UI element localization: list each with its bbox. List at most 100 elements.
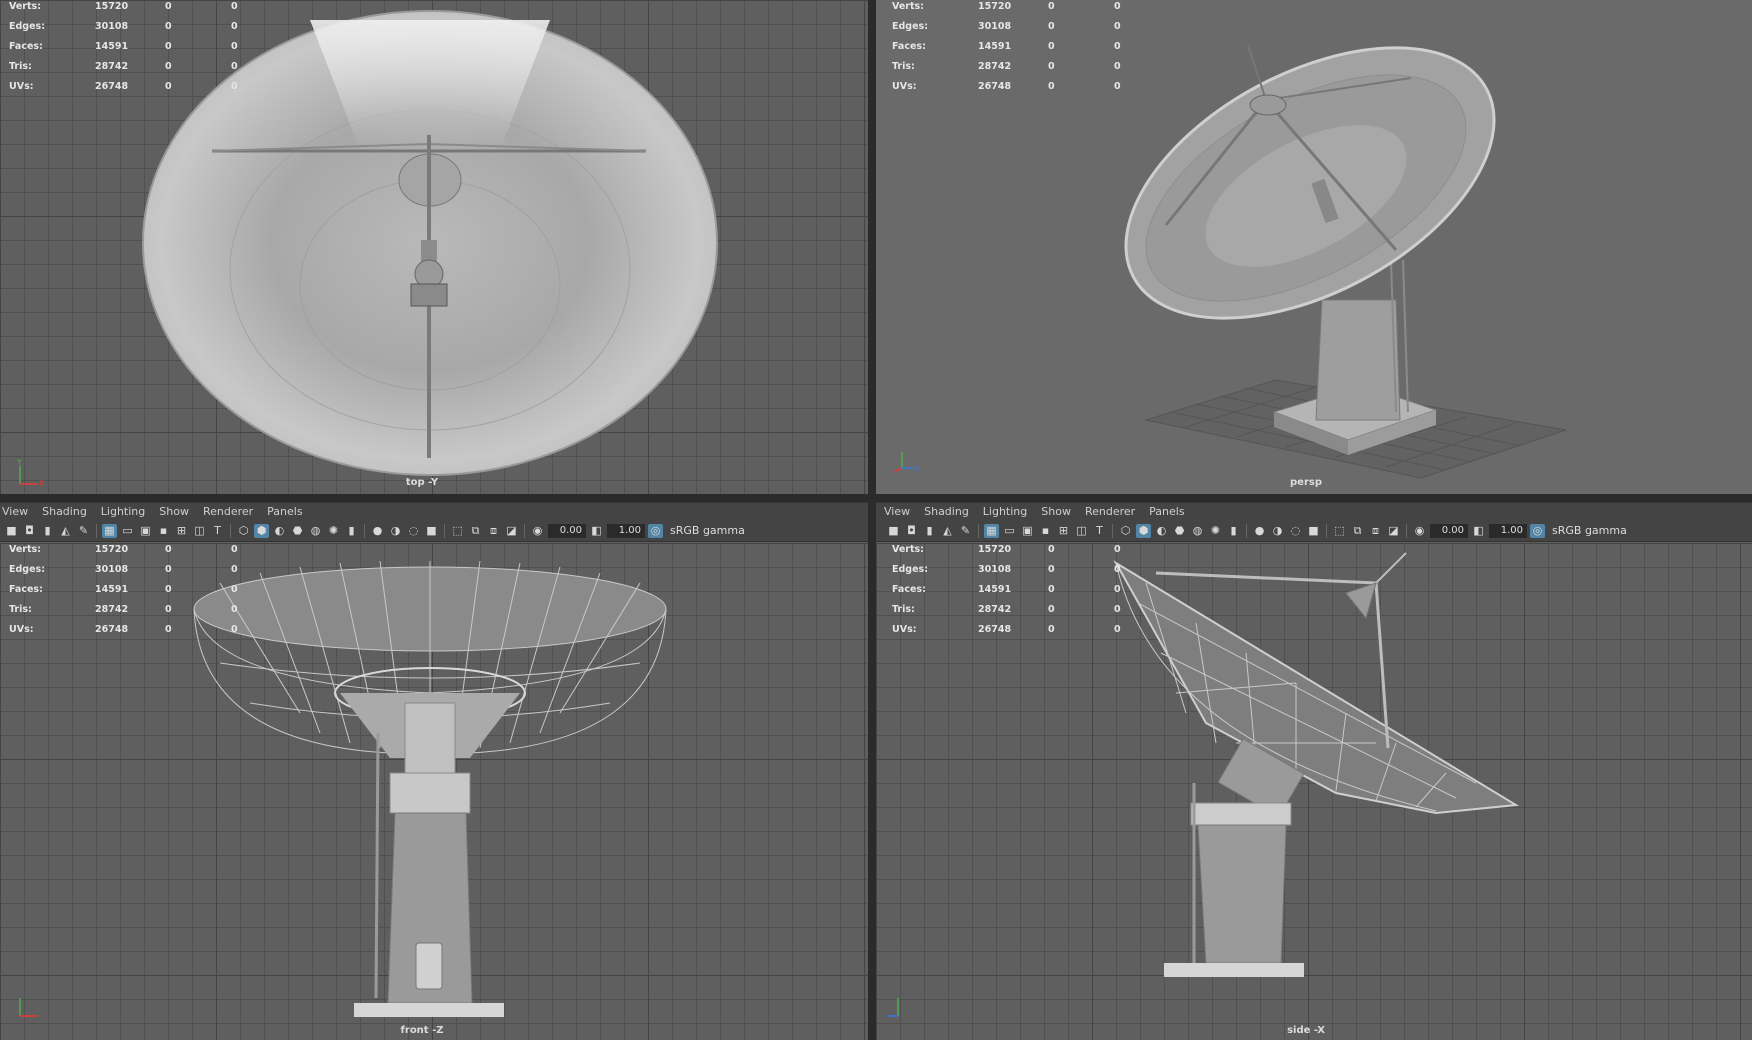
default-material-icon[interactable]: ◐ xyxy=(272,524,287,538)
xray-joints-icon[interactable]: ⧉ xyxy=(468,524,483,538)
lights-icon[interactable]: ✺ xyxy=(1208,524,1223,538)
xray-active-icon[interactable]: ⧈ xyxy=(486,524,501,538)
viewport-front[interactable]: View Shading Lighting Show Renderer Pane… xyxy=(0,502,868,1040)
gate-mask-icon[interactable]: ▪ xyxy=(156,524,171,538)
menu-shading[interactable]: Shading xyxy=(924,505,969,518)
depth-of-field-icon[interactable]: ■ xyxy=(1306,524,1321,538)
gamma-field[interactable]: 1.00 xyxy=(607,523,645,538)
exposure-field[interactable]: 0.00 xyxy=(1430,523,1468,538)
hud-value: 28742 xyxy=(95,60,129,72)
exposure-icon[interactable]: ◉ xyxy=(1412,524,1427,538)
viewport-persp[interactable]: Verts: 15720 0 0 Edges: 30108 0 0 Faces: 14591 0… xyxy=(876,0,1752,494)
viewport-side[interactable]: View Shading Lighting Show Renderer Pane… xyxy=(876,502,1752,1040)
film-gate-icon[interactable]: ▭ xyxy=(1002,524,1017,538)
menu-lighting[interactable]: Lighting xyxy=(101,505,145,518)
image-plane-icon[interactable]: ◭ xyxy=(58,524,73,538)
menu-show[interactable]: Show xyxy=(159,505,189,518)
motion-blur-icon[interactable]: ◑ xyxy=(388,524,403,538)
bookmark-icon[interactable]: ▮ xyxy=(922,524,937,538)
pane-divider-horizontal[interactable] xyxy=(0,494,1752,502)
grid-icon[interactable]: ▦ xyxy=(102,523,117,538)
menu-lighting[interactable]: Lighting xyxy=(983,505,1027,518)
color-management-icon[interactable]: ◎ xyxy=(648,523,663,538)
wireframe-on-shaded-icon[interactable]: ⬣ xyxy=(1172,524,1187,538)
hud-label: Faces: xyxy=(9,40,43,52)
hud-label: Edges: xyxy=(892,20,928,32)
grid-icon[interactable]: ▦ xyxy=(984,523,999,538)
exposure-icon[interactable]: ◉ xyxy=(530,524,545,538)
wireframe-icon[interactable]: ⬡ xyxy=(1118,524,1133,538)
ambient-occlusion-icon[interactable]: ● xyxy=(370,524,385,538)
film-gate-icon[interactable]: ▭ xyxy=(120,524,135,538)
resolution-gate-icon[interactable]: ▣ xyxy=(138,524,153,538)
lights-icon[interactable]: ✺ xyxy=(326,524,341,538)
hud-value: 0 xyxy=(1114,543,1121,555)
menu-panels[interactable]: Panels xyxy=(267,505,302,518)
viewport-canvas[interactable]: Verts: 15720 0 0 Edges: 30108 0 0 Faces: 14591 0… xyxy=(0,543,868,1040)
camera-attributes-icon[interactable]: ◘ xyxy=(904,524,919,538)
poly-count-hud: Verts: 15720 0 0 Edges: 30108 0 0 Faces: 14591 0… xyxy=(9,0,238,96)
backface-icon[interactable]: ◪ xyxy=(504,524,519,538)
menu-renderer[interactable]: Renderer xyxy=(203,505,253,518)
safe-action-icon[interactable]: ◫ xyxy=(192,524,207,538)
hud-value: 0 xyxy=(165,623,172,635)
hud-label: Tris: xyxy=(892,60,915,72)
field-chart-icon[interactable]: ⊞ xyxy=(1056,524,1071,538)
color-space-label[interactable]: sRGB gamma xyxy=(670,524,745,537)
menu-view[interactable]: View xyxy=(884,505,910,518)
grease-pencil-icon[interactable]: ✎ xyxy=(958,524,973,538)
smooth-shade-icon[interactable]: ⬢ xyxy=(254,523,269,538)
image-plane-icon[interactable]: ◭ xyxy=(940,524,955,538)
xray-icon[interactable]: ◍ xyxy=(1190,524,1205,538)
gamma-field[interactable]: 1.00 xyxy=(1489,523,1527,538)
gamma-icon[interactable]: ◧ xyxy=(589,524,604,538)
safe-title-icon[interactable]: T xyxy=(1092,524,1107,538)
color-space-label[interactable]: sRGB gamma xyxy=(1552,524,1627,537)
wireframe-on-shaded-icon[interactable]: ⬣ xyxy=(290,524,305,538)
hud-value: 30108 xyxy=(95,20,129,32)
svg-text:z: z xyxy=(915,464,919,473)
smooth-shade-icon[interactable]: ⬢ xyxy=(1136,523,1151,538)
hud-value: 0 xyxy=(231,80,238,92)
depth-of-field-icon[interactable]: ■ xyxy=(424,524,439,538)
menu-shading[interactable]: Shading xyxy=(42,505,87,518)
xray-joints-icon[interactable]: ⧉ xyxy=(1350,524,1365,538)
menu-renderer[interactable]: Renderer xyxy=(1085,505,1135,518)
hud-value: 15720 xyxy=(95,543,129,555)
ambient-occlusion-icon[interactable]: ● xyxy=(1252,524,1267,538)
viewport-top[interactable]: Verts: 15720 0 0 Edges: 30108 0 0 Faces: 14591 0… xyxy=(0,0,868,494)
isolate-select-icon[interactable]: ⬚ xyxy=(450,524,465,538)
safe-title-icon[interactable]: T xyxy=(210,524,225,538)
menu-show[interactable]: Show xyxy=(1041,505,1071,518)
default-material-icon[interactable]: ◐ xyxy=(1154,524,1169,538)
backface-icon[interactable]: ◪ xyxy=(1386,524,1401,538)
shadows-icon[interactable]: ▮ xyxy=(344,524,359,538)
exposure-field[interactable]: 0.00 xyxy=(548,523,586,538)
grease-pencil-icon[interactable]: ✎ xyxy=(76,524,91,538)
viewport-canvas[interactable]: Verts: 15720 0 0 Edges: 30108 0 0 Faces: 14591 0… xyxy=(876,543,1752,1040)
xray-active-icon[interactable]: ⧈ xyxy=(1368,524,1383,538)
field-chart-icon[interactable]: ⊞ xyxy=(174,524,189,538)
hud-label: Tris: xyxy=(892,603,915,615)
color-management-icon[interactable]: ◎ xyxy=(1530,523,1545,538)
xray-icon[interactable]: ◍ xyxy=(308,524,323,538)
hud-value: 30108 xyxy=(978,20,1012,32)
anti-aliasing-icon[interactable]: ◌ xyxy=(1288,524,1303,538)
gamma-icon[interactable]: ◧ xyxy=(1471,524,1486,538)
hud-label: Verts: xyxy=(9,543,41,555)
camera-select-icon[interactable]: ■ xyxy=(886,524,901,538)
motion-blur-icon[interactable]: ◑ xyxy=(1270,524,1285,538)
camera-attributes-icon[interactable]: ◘ xyxy=(22,524,37,538)
wireframe-icon[interactable]: ⬡ xyxy=(236,524,251,538)
isolate-select-icon[interactable]: ⬚ xyxy=(1332,524,1347,538)
gate-mask-icon[interactable]: ▪ xyxy=(1038,524,1053,538)
shadows-icon[interactable]: ▮ xyxy=(1226,524,1241,538)
menu-panels[interactable]: Panels xyxy=(1149,505,1184,518)
safe-action-icon[interactable]: ◫ xyxy=(1074,524,1089,538)
anti-aliasing-icon[interactable]: ◌ xyxy=(406,524,421,538)
menu-view[interactable]: View xyxy=(2,505,28,518)
pane-divider-vertical[interactable] xyxy=(868,0,876,1040)
resolution-gate-icon[interactable]: ▣ xyxy=(1020,524,1035,538)
camera-select-icon[interactable]: ■ xyxy=(4,524,19,538)
bookmark-icon[interactable]: ▮ xyxy=(40,524,55,538)
